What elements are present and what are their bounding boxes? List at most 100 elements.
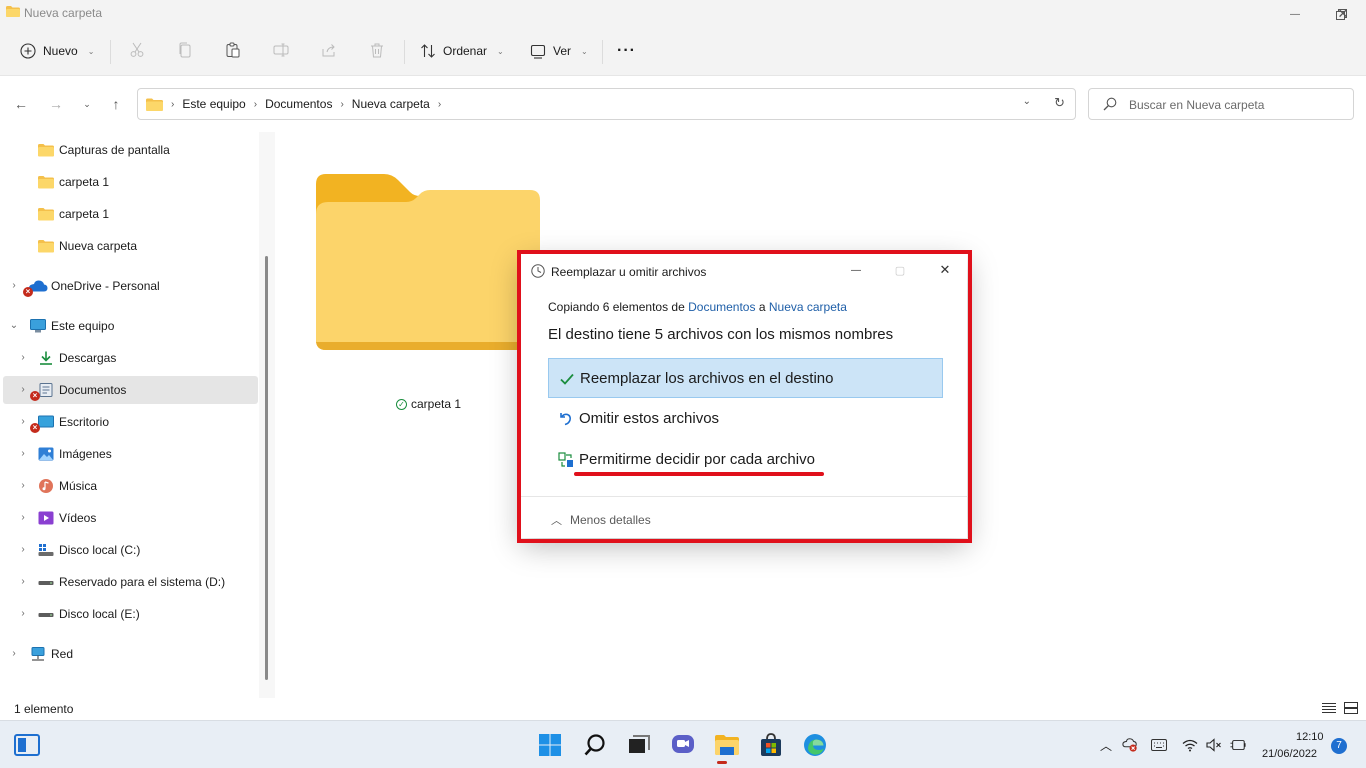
trash-icon[interactable] [368, 41, 386, 59]
breadcrumb-item[interactable]: Este equipo [182, 97, 245, 111]
chevron-up-icon[interactable]: ︿ [1098, 737, 1114, 753]
network-icon [31, 647, 45, 661]
sidebar-item-disco-e[interactable]: › Disco local (E:) [3, 600, 258, 628]
file-explorer-icon[interactable] [714, 732, 740, 758]
dialog-divider [521, 496, 967, 497]
details-view-icon[interactable] [1322, 702, 1336, 714]
new-button[interactable]: Nuevo ⌄ [20, 38, 94, 64]
chevron-right-icon[interactable]: › [18, 576, 28, 587]
sidebar-item-videos[interactable]: › Vídeos [3, 504, 258, 532]
sidebar-item-escritorio[interactable]: › × Escritorio [3, 408, 258, 436]
folder-icon [38, 208, 54, 221]
skip-files-option[interactable]: Omitir estos archivos [548, 399, 943, 439]
search-icon [1103, 97, 1117, 111]
source-link[interactable]: Documentos [688, 300, 755, 314]
back-button[interactable]: ← [10, 93, 32, 115]
view-button[interactable]: Ver ⌄ [530, 38, 588, 64]
sidebar-item-musica[interactable]: › Música [3, 472, 258, 500]
less-details-button[interactable]: ︿ Menos detalles [551, 512, 651, 528]
chevron-right-icon[interactable]: › [18, 384, 28, 395]
keyboard-icon[interactable] [1151, 737, 1167, 753]
chevron-right-icon[interactable]: › [9, 648, 19, 659]
download-icon [40, 351, 52, 365]
copy-progress-text: Copiando 6 elementos de Documentos a Nue… [548, 300, 847, 314]
folder-item[interactable] [316, 172, 542, 422]
breadcrumb-item[interactable]: Nueva carpeta [352, 97, 430, 111]
start-button[interactable] [537, 732, 563, 758]
sidebar-item-este-equipo[interactable]: ⌄ Este equipo [3, 312, 258, 340]
sidebar-item-nueva-carpeta[interactable]: Nueva carpeta [3, 232, 258, 260]
search-box[interactable] [1088, 88, 1354, 120]
dialog-minimize-button[interactable]: — [842, 260, 870, 280]
scrollbar-thumb[interactable] [265, 256, 268, 680]
sidebar-scrollbar[interactable] [259, 132, 275, 698]
folder-icon [38, 176, 54, 189]
address-dropdown-icon[interactable]: ⌄ [1023, 96, 1031, 107]
chevron-right-icon[interactable]: › [18, 448, 28, 459]
chevron-right-icon[interactable]: › [18, 512, 28, 523]
chat-icon[interactable] [670, 732, 696, 758]
checkmark-icon [560, 373, 574, 385]
chevron-right-icon[interactable]: › [18, 544, 28, 555]
more-options-button[interactable]: ··· [617, 38, 636, 64]
minimize-button[interactable]: — [1272, 0, 1318, 28]
chevron-right-icon[interactable]: › [18, 480, 28, 491]
sidebar-item-carpeta-1[interactable]: carpeta 1 [3, 200, 258, 228]
clock-time[interactable]: 12:10 [1296, 731, 1324, 743]
rename-icon[interactable] [272, 41, 290, 59]
taskbar: ︿ 12:10 21/06/2022 7 [0, 720, 1366, 768]
tiles-view-icon[interactable] [1344, 702, 1358, 714]
edge-browser-icon[interactable] [802, 732, 828, 758]
toolbar-divider [110, 40, 111, 64]
cut-icon[interactable] [128, 41, 146, 59]
chevron-down-icon[interactable]: ⌄ [9, 320, 19, 331]
wifi-icon[interactable] [1182, 737, 1198, 753]
view-icon [530, 44, 546, 59]
clock-date[interactable]: 21/06/2022 [1262, 748, 1317, 760]
chevron-right-icon[interactable]: › [9, 280, 19, 291]
chevron-right-icon[interactable]: › [18, 608, 28, 619]
drive-icon [38, 581, 54, 585]
sidebar-item-capturas[interactable]: Capturas de pantalla [3, 136, 258, 164]
sidebar-item-imagenes[interactable]: › Imágenes [3, 440, 258, 468]
chevron-right-icon: › [253, 98, 258, 110]
sidebar-item-red[interactable]: › Red [3, 640, 258, 668]
sync-status-icon: ✓ [396, 398, 407, 410]
sidebar-item-carpeta-1[interactable]: carpeta 1 [3, 168, 258, 196]
chevron-right-icon[interactable]: › [18, 352, 28, 363]
copy-icon[interactable] [176, 41, 194, 59]
notification-badge[interactable]: 7 [1331, 738, 1347, 754]
title-bar: Nueva carpeta — ✕ [0, 0, 1366, 28]
sidebar-item-documentos[interactable]: › × Documentos [3, 376, 258, 404]
recent-locations-button[interactable]: ⌄ [76, 93, 98, 115]
search-icon[interactable] [582, 732, 608, 758]
search-input[interactable] [1129, 96, 1344, 114]
sort-button[interactable]: Ordenar ⌄ [420, 38, 504, 64]
share-icon[interactable] [320, 41, 338, 59]
sidebar-item-disco-d[interactable]: › Reservado para el sistema (D:) [3, 568, 258, 596]
volume-muted-icon[interactable] [1206, 737, 1222, 753]
battery-icon[interactable] [1230, 737, 1246, 753]
folder-item-label[interactable]: ✓ carpeta 1 [396, 397, 461, 411]
dialog-maximize-button[interactable]: ▢ [886, 260, 914, 280]
widgets-icon[interactable] [14, 732, 40, 758]
address-bar[interactable]: › Este equipo › Documentos › Nueva carpe… [137, 88, 1076, 120]
breadcrumb-item[interactable]: Documentos [265, 97, 332, 111]
task-view-icon[interactable] [626, 732, 652, 758]
sidebar-item-descargas[interactable]: › Descargas [3, 344, 258, 372]
forward-button[interactable]: → [45, 93, 67, 115]
paste-icon[interactable] [224, 41, 242, 59]
item-count: 1 elemento [14, 702, 74, 716]
error-badge-icon: × [30, 391, 40, 401]
store-icon[interactable] [758, 732, 784, 758]
onedrive-error-icon[interactable] [1122, 737, 1138, 753]
up-button[interactable]: ↑ [105, 93, 127, 115]
chevron-right-icon[interactable]: › [18, 416, 28, 427]
destination-link[interactable]: Nueva carpeta [769, 300, 847, 314]
refresh-icon[interactable]: ↻ [1054, 95, 1065, 111]
sidebar-item-onedrive[interactable]: › × OneDrive - Personal [3, 272, 258, 300]
close-button[interactable]: ✕ [1320, 0, 1366, 28]
replace-files-option[interactable]: Reemplazar los archivos en el destino [548, 358, 943, 398]
dialog-close-button[interactable]: ✕ [931, 260, 959, 280]
sidebar-item-disco-c[interactable]: › Disco local (C:) [3, 536, 258, 564]
